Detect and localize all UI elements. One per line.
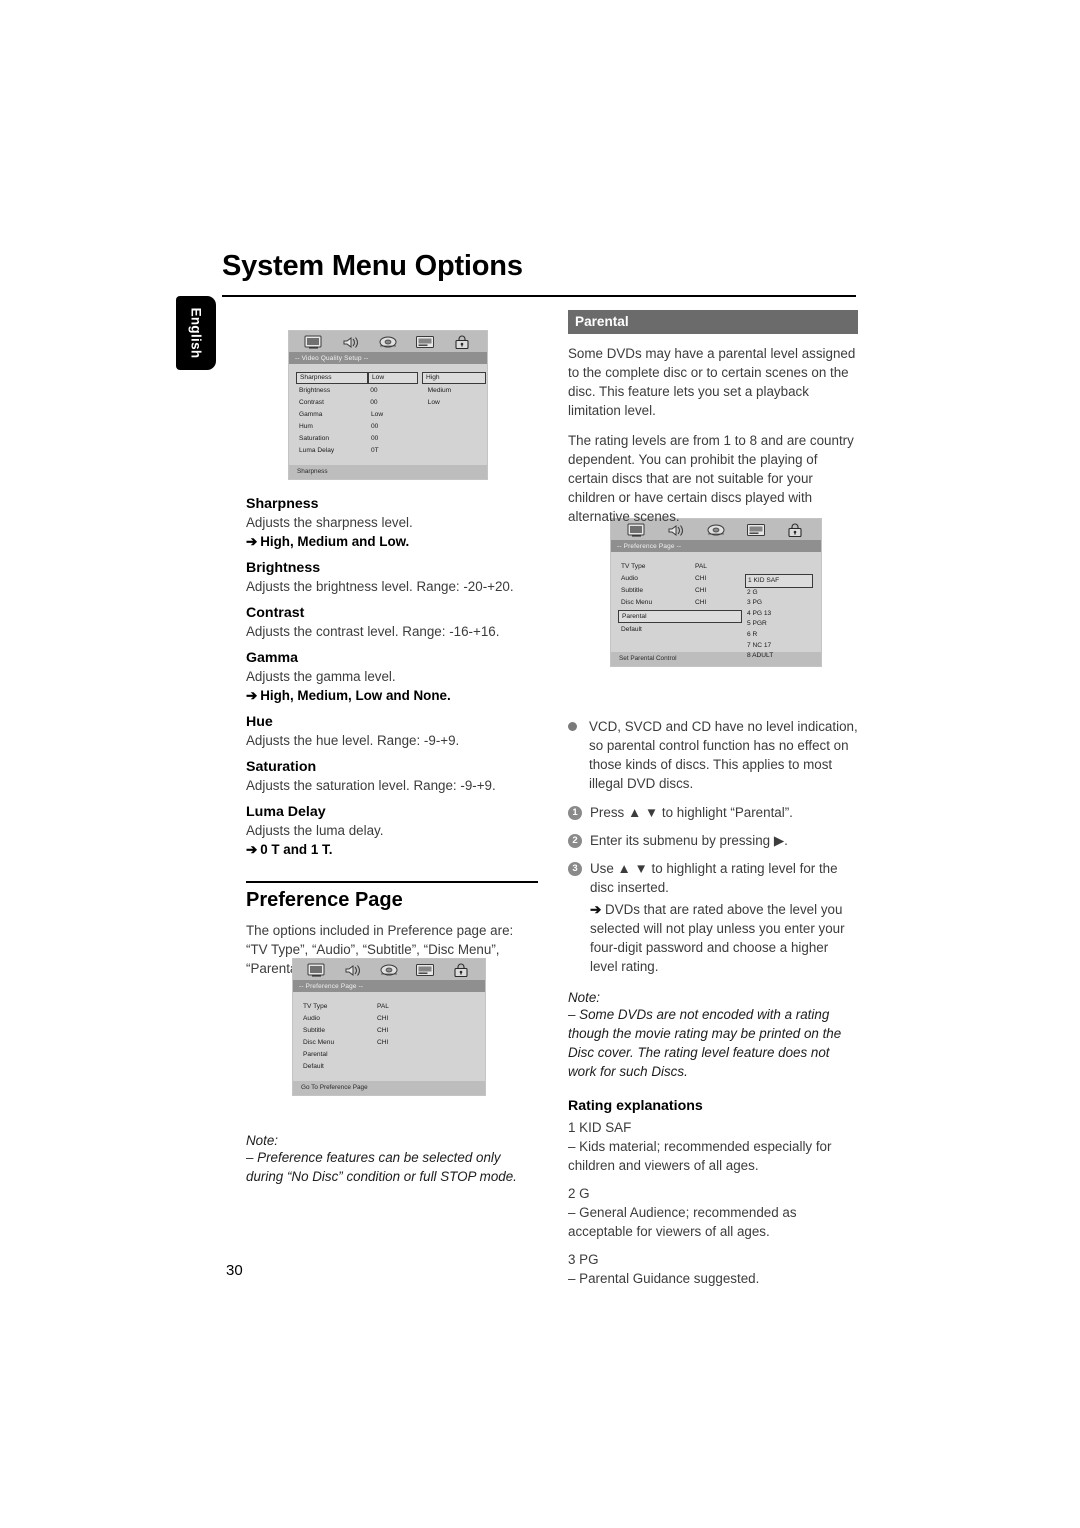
- option-description: Adjusts the contrast level. Range: -16-+…: [246, 624, 500, 639]
- osd-row-label: Subtitle: [303, 1027, 325, 1034]
- osd-row[interactable]: Parental: [293, 1049, 485, 1061]
- option-heading: Luma Delay: [246, 804, 326, 820]
- page-title: System Menu Options: [222, 250, 523, 282]
- osd-row-label: TV Type: [303, 1003, 328, 1010]
- parental-paragraph-2: The rating levels are from 1 to 8 and ar…: [568, 433, 854, 524]
- step-3-substep: ➔ DVDs that are rated above the level yo…: [590, 902, 845, 974]
- osd-preference-page: -- Preference Page -- TV Type PAL Audio …: [292, 958, 486, 1096]
- option-heading: Hue: [246, 714, 273, 730]
- option-hue: Hue Adjusts the hue level. Range: -9-+9.: [246, 714, 536, 750]
- rating-explanations-heading: Rating explanations: [568, 1098, 703, 1114]
- option-sharpness: Sharpness Adjusts the sharpness level. ➔…: [246, 496, 536, 551]
- bullet-text: VCD, SVCD and CD have no level indicatio…: [589, 719, 858, 791]
- option-heading: Saturation: [246, 759, 317, 775]
- option-values: ➔ 0 T and 1 T.: [246, 842, 333, 857]
- rating-code: 2 G: [568, 1186, 590, 1201]
- section-bar-parental: Parental: [568, 310, 858, 334]
- option-description: Adjusts the sharpness level.: [246, 515, 413, 530]
- osd-row-label: Default: [303, 1063, 324, 1070]
- language-tab: English: [176, 296, 216, 370]
- lock-icon: [450, 962, 472, 978]
- osd-title: -- Preference Page --: [293, 980, 485, 992]
- option-heading: Brightness: [246, 560, 321, 576]
- osd-row-value: CHI: [377, 1027, 389, 1034]
- option-luma-delay: Luma Delay Adjusts the luma delay. ➔ 0 T …: [246, 804, 536, 859]
- osd-row-value: CHI: [377, 1015, 389, 1022]
- step-item: 1 Press ▲ ▼ to highlight “Parental”.: [568, 803, 858, 822]
- option-description: Adjusts the hue level. Range: -9-+9.: [246, 733, 460, 748]
- parental-paragraph-1: Some DVDs may have a parental level assi…: [568, 346, 856, 418]
- option-heading: Contrast: [246, 605, 305, 621]
- step-text: Use ▲ ▼ to highlight a rating level for …: [590, 861, 838, 895]
- right-column: Parental Some DVDs may have a parental l…: [568, 310, 858, 1297]
- option-saturation: Saturation Adjusts the saturation level.…: [246, 759, 536, 795]
- manual-page: English System Menu Options -- Video Qua…: [0, 0, 1080, 1528]
- osd-row[interactable]: Subtitle CHI: [293, 1025, 485, 1037]
- step-text: Enter its submenu by pressing ▶.: [590, 833, 788, 848]
- subtitle-icon: [414, 962, 436, 978]
- osd-row[interactable]: Default: [293, 1061, 485, 1073]
- rating-description: – Kids material; recommended especially …: [568, 1139, 832, 1173]
- osd-footer: Go To Preference Page: [293, 1081, 485, 1095]
- option-gamma: Gamma Adjusts the gamma level. ➔ High, Me…: [246, 650, 536, 705]
- option-description: Adjusts the luma delay.: [246, 823, 384, 838]
- rating-description: – Parental Guidance suggested.: [568, 1271, 760, 1286]
- rating-code: 3 PG: [568, 1252, 599, 1267]
- option-values: ➔ High, Medium and Low.: [246, 534, 410, 549]
- option-brightness: Brightness Adjusts the brightness level.…: [246, 560, 536, 596]
- step-number: 1: [568, 806, 582, 820]
- osd-row-value: PAL: [377, 1003, 389, 1010]
- osd-row-value: CHI: [377, 1039, 389, 1046]
- step-item: 2 Enter its submenu by pressing ▶.: [568, 831, 858, 850]
- osd-row[interactable]: TV Type PAL: [293, 1001, 485, 1013]
- step-3-substep-text: DVDs that are rated above the level you …: [590, 902, 845, 974]
- option-values: ➔ High, Medium, Low and None.: [246, 688, 451, 703]
- video-icon: [378, 962, 400, 978]
- option-contrast: Contrast Adjusts the contrast level. Ran…: [246, 605, 536, 641]
- language-tab-label: English: [188, 307, 204, 359]
- step-text: Press ▲ ▼ to highlight “Parental”.: [590, 805, 793, 820]
- rating-code: 1 KID SAF: [568, 1120, 632, 1135]
- note-title: Note:: [568, 990, 601, 1005]
- step-number: 2: [568, 834, 582, 848]
- osd-row-label: Disc Menu: [303, 1039, 335, 1046]
- bullet-item: VCD, SVCD and CD have no level indicatio…: [568, 717, 858, 793]
- speaker-icon: [342, 962, 364, 978]
- option-description: Adjusts the saturation level. Range: -9-…: [246, 778, 496, 793]
- preference-divider: [246, 881, 538, 883]
- preference-page-heading: Preference Page: [246, 888, 403, 911]
- osd-row[interactable]: Disc Menu CHI: [293, 1037, 485, 1049]
- title-divider: [222, 295, 856, 298]
- note-title: Note:: [246, 1132, 279, 1148]
- osd-row-label: Audio: [303, 1015, 320, 1022]
- page-number: 30: [226, 1262, 243, 1279]
- option-heading: Gamma: [246, 650, 299, 666]
- osd-row[interactable]: Audio CHI: [293, 1013, 485, 1025]
- step-item: 3 Use ▲ ▼ to highlight a rating level fo…: [568, 859, 858, 897]
- osd-rows: TV Type PAL Audio CHI Subtitle CHI Disc …: [293, 992, 485, 1077]
- step-number: 3: [568, 862, 582, 876]
- bullet-dot-icon: [568, 722, 577, 731]
- osd-row-label: Parental: [303, 1051, 328, 1058]
- osd-icon-bar: [293, 959, 485, 980]
- option-heading: Sharpness: [246, 496, 319, 512]
- option-description: Adjusts the brightness level. Range: -20…: [246, 579, 514, 594]
- tv-icon: [306, 962, 328, 978]
- rating-description: – General Audience; recommended as accep…: [568, 1205, 797, 1239]
- note-body: – Some DVDs are not encoded with a ratin…: [568, 1007, 842, 1079]
- option-description: Adjusts the gamma level.: [246, 669, 396, 684]
- note-body: – Preference features can be selected on…: [246, 1149, 517, 1184]
